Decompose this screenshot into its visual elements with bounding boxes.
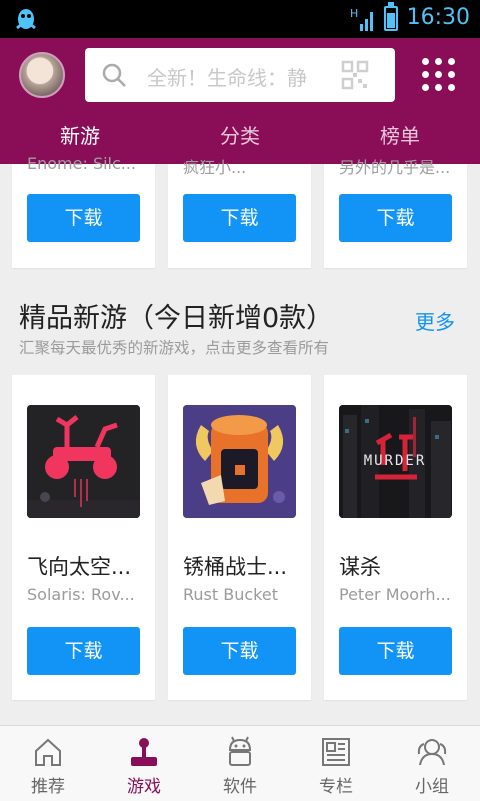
app-header: 全新！生命线：静 新游 分类 榜单 <box>0 38 480 164</box>
search-icon <box>102 63 126 87</box>
section-title: 精品新游（今日新增0款） <box>19 303 334 334</box>
game-name: 谋杀 <box>339 555 381 579</box>
game-card: 另外的几乎是... 下载 <box>324 158 467 268</box>
murder-city-icon: MURDER <box>339 405 452 518</box>
home-icon <box>35 738 61 766</box>
game-developer: Solaris: Rov... <box>27 585 135 604</box>
game-developer: Rust Bucket <box>183 585 278 604</box>
signal-icon: H <box>350 7 373 31</box>
game-card[interactable]: MURDER 谋杀 Peter Moorh... 下载 <box>324 375 467 700</box>
search-box[interactable]: 全新！生命线：静 <box>85 48 395 102</box>
game-name: 飞向太空... <box>27 555 132 579</box>
svg-text:H: H <box>350 7 358 20</box>
game-card: Enome: Silc... 下载 <box>12 154 155 268</box>
game-developer: 另外的几乎是... <box>339 158 451 177</box>
joystick-icon <box>131 738 157 766</box>
game-developer: 疯狂小... <box>183 158 247 177</box>
download-button[interactable]: 下载 <box>339 194 452 242</box>
nav-label: 推荐 <box>31 777 65 797</box>
nav-label: 专栏 <box>319 777 353 797</box>
download-button[interactable]: 下载 <box>339 627 452 675</box>
group-icon <box>417 739 447 766</box>
game-name: 锈桶战士... <box>183 555 288 579</box>
menu-grid-icon[interactable] <box>422 58 456 92</box>
nav-label: 小组 <box>415 777 449 797</box>
newspaper-icon <box>322 738 350 766</box>
avatar[interactable] <box>19 52 65 98</box>
battery-icon <box>384 2 398 31</box>
nav-label: 游戏 <box>127 777 161 797</box>
download-button[interactable]: 下载 <box>27 627 140 675</box>
nav-recommend[interactable]: 推荐 <box>0 726 96 801</box>
download-button[interactable]: 下载 <box>183 194 296 242</box>
svg-text:MURDER: MURDER <box>364 453 427 469</box>
game-developer: Peter Moorh... <box>339 585 451 604</box>
download-button[interactable]: 下载 <box>27 194 140 242</box>
nav-label: 软件 <box>223 777 257 797</box>
nav-columns[interactable]: 专栏 <box>288 726 384 801</box>
nav-software[interactable]: 软件 <box>192 726 288 801</box>
status-bar: H 16:30 <box>0 0 480 38</box>
game-card[interactable]: 锈桶战士... Rust Bucket 下载 <box>168 375 311 700</box>
download-button[interactable]: 下载 <box>183 627 296 675</box>
bottom-nav: 推荐 游戏 软件 专栏 小组 <box>0 725 480 801</box>
game-developer: Enome: Silc... <box>27 154 137 173</box>
section-subtitle: 汇聚每天最优秀的新游戏，点击更多查看所有 <box>19 339 330 357</box>
nav-groups[interactable]: 小组 <box>384 726 480 801</box>
android-icon <box>228 736 252 766</box>
tab-rankings[interactable]: 榜单 <box>320 120 480 149</box>
game-card: 疯狂小... 下载 <box>168 158 311 268</box>
status-time: 16:30 <box>406 5 470 30</box>
notification-app-icon <box>16 9 36 30</box>
rover-icon <box>27 405 140 518</box>
helmet-knight-icon <box>183 405 296 518</box>
qr-scan-icon[interactable] <box>341 60 369 90</box>
nav-games[interactable]: 游戏 <box>96 726 192 801</box>
game-card[interactable]: 飞向太空... Solaris: Rov... 下载 <box>12 375 155 700</box>
tab-categories[interactable]: 分类 <box>160 120 320 149</box>
more-link[interactable]: 更多 <box>415 306 455 335</box>
tab-new-games[interactable]: 新游 <box>0 120 160 149</box>
